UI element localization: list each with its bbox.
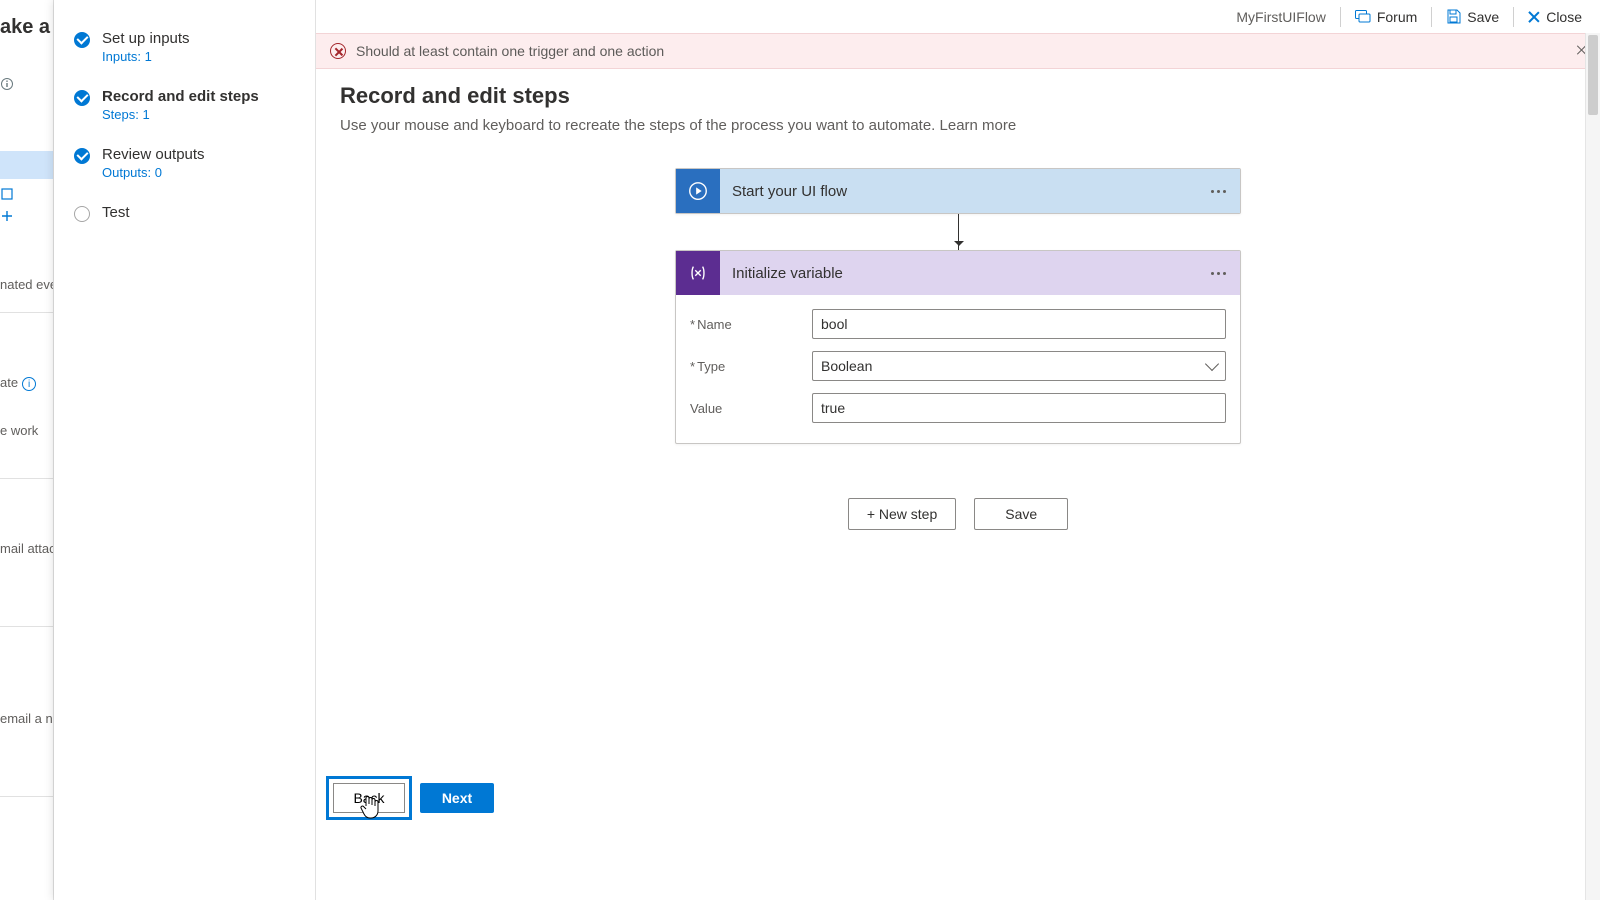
error-banner: Should at least contain one trigger and … bbox=[316, 33, 1600, 69]
card-title: Initialize variable bbox=[720, 265, 843, 282]
save-label: Save bbox=[1467, 9, 1499, 25]
chevron-down-icon bbox=[1205, 357, 1219, 371]
card-body: *Name *Type Boolean Value bbox=[676, 295, 1240, 443]
bg-selected-row bbox=[0, 151, 53, 179]
main-area: MyFirstUIFlow Forum Save Close Should at… bbox=[315, 0, 1600, 900]
page-description: Use your mouse and keyboard to recreate … bbox=[340, 117, 1576, 134]
wizard-step-record-edit[interactable]: Record and edit steps Steps: 1 bbox=[74, 82, 315, 140]
type-label: *Type bbox=[690, 359, 812, 374]
wizard-step-sub: Outputs: 0 bbox=[102, 165, 205, 180]
empty-circle-icon bbox=[74, 206, 90, 222]
bg-title: ake a fl bbox=[0, 16, 53, 39]
wizard-step-review-outputs[interactable]: Review outputs Outputs: 0 bbox=[74, 140, 315, 198]
card-menu-button[interactable] bbox=[1206, 263, 1230, 283]
wizard-step-title: Set up inputs bbox=[102, 30, 190, 47]
error-icon bbox=[330, 43, 346, 59]
flow-name[interactable]: MyFirstUIFlow bbox=[1226, 3, 1335, 31]
info-icon bbox=[0, 77, 14, 91]
forum-button[interactable]: Forum bbox=[1345, 3, 1427, 31]
stop-icon bbox=[0, 187, 14, 201]
close-label: Close bbox=[1546, 9, 1582, 25]
start-flow-card[interactable]: Start your UI flow bbox=[675, 168, 1241, 214]
canvas-actions: + New step Save bbox=[848, 498, 1068, 530]
footer-nav: Back Next bbox=[326, 776, 494, 820]
forum-icon bbox=[1355, 10, 1371, 24]
save-step-button[interactable]: Save bbox=[974, 498, 1068, 530]
background-sidebar: ake a fl nated even atei e work mail att… bbox=[0, 0, 54, 900]
card-header[interactable]: Start your UI flow bbox=[676, 169, 1240, 213]
card-header[interactable]: Initialize variable bbox=[676, 251, 1240, 295]
type-select[interactable]: Boolean bbox=[812, 351, 1226, 381]
initialize-variable-card[interactable]: Initialize variable *Name *Type Boolean bbox=[675, 250, 1241, 444]
bg-item: mail attac bbox=[0, 527, 53, 556]
wizard-panel: Set up inputs Inputs: 1 Record and edit … bbox=[54, 0, 315, 900]
close-icon bbox=[1528, 11, 1540, 23]
connector-arrow bbox=[958, 214, 959, 250]
top-command-bar: MyFirstUIFlow Forum Save Close bbox=[316, 0, 1600, 33]
check-icon bbox=[74, 148, 90, 164]
card-menu-button[interactable] bbox=[1206, 181, 1230, 201]
learn-more-link[interactable]: Learn more bbox=[940, 117, 1017, 134]
bg-item: nated even bbox=[0, 263, 53, 292]
new-step-button[interactable]: + New step bbox=[848, 498, 956, 530]
variable-icon bbox=[676, 251, 720, 295]
bg-item: e work bbox=[0, 409, 53, 438]
wizard-step-title: Record and edit steps bbox=[102, 88, 259, 105]
field-row-value: Value bbox=[690, 387, 1226, 429]
field-row-type: *Type Boolean bbox=[690, 345, 1226, 387]
wizard-step-set-up-inputs[interactable]: Set up inputs Inputs: 1 bbox=[74, 24, 315, 82]
close-button[interactable]: Close bbox=[1518, 3, 1592, 31]
bg-item: atei bbox=[0, 361, 53, 391]
flow-canvas: Start your UI flow Initialize variable *… bbox=[340, 134, 1576, 530]
name-label: *Name bbox=[690, 317, 812, 332]
wizard-step-sub: Steps: 1 bbox=[102, 107, 259, 122]
play-icon bbox=[676, 169, 720, 213]
card-title: Start your UI flow bbox=[720, 183, 847, 200]
save-button[interactable]: Save bbox=[1436, 3, 1509, 31]
back-button[interactable]: Back bbox=[333, 783, 405, 813]
plus-icon bbox=[0, 209, 14, 223]
wizard-step-title: Review outputs bbox=[102, 146, 205, 163]
save-icon bbox=[1446, 9, 1461, 24]
next-button[interactable]: Next bbox=[420, 783, 494, 813]
error-message: Should at least contain one trigger and … bbox=[356, 43, 664, 59]
field-row-name: *Name bbox=[690, 303, 1226, 345]
scrollbar-thumb[interactable] bbox=[1588, 35, 1598, 115]
name-input[interactable] bbox=[812, 309, 1226, 339]
wizard-step-sub: Inputs: 1 bbox=[102, 49, 190, 64]
check-icon bbox=[74, 32, 90, 48]
back-button-focus-ring: Back bbox=[326, 776, 412, 820]
type-value: Boolean bbox=[821, 358, 872, 374]
forum-label: Forum bbox=[1377, 9, 1417, 25]
check-icon bbox=[74, 90, 90, 106]
vertical-scrollbar[interactable] bbox=[1585, 33, 1600, 900]
bg-item: email a n bbox=[0, 697, 53, 726]
value-input[interactable] bbox=[812, 393, 1226, 423]
wizard-step-test[interactable]: Test bbox=[74, 198, 315, 240]
value-label: Value bbox=[690, 401, 812, 416]
content-scroll: Record and edit steps Use your mouse and… bbox=[316, 69, 1600, 900]
page-title: Record and edit steps bbox=[340, 83, 1576, 109]
wizard-step-title: Test bbox=[102, 204, 130, 221]
